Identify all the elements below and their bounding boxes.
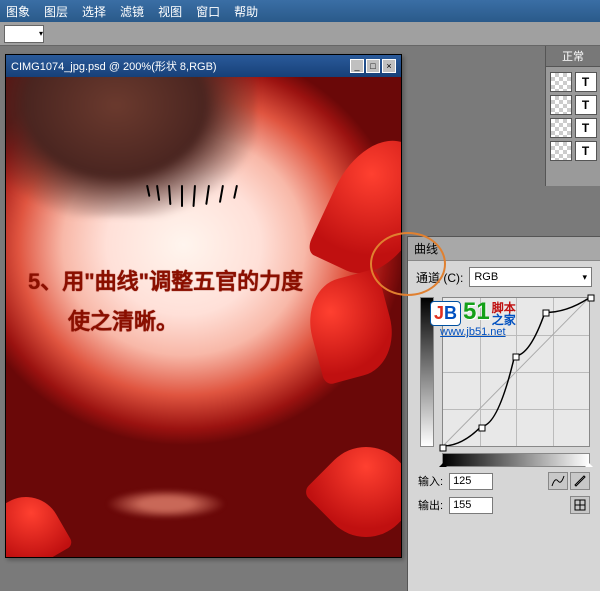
menu-window[interactable]: 窗口 <box>196 3 220 20</box>
grid-toggle-icon[interactable] <box>570 496 590 514</box>
close-button[interactable]: × <box>382 59 396 73</box>
curve-tool-icon[interactable] <box>548 472 568 490</box>
output-value-field[interactable] <box>449 497 493 514</box>
annotation-line-2: 使之清晰。 <box>68 302 303 342</box>
layer-thumb-text[interactable]: T <box>575 72 597 92</box>
menu-image[interactable]: 图象 <box>6 3 30 20</box>
curves-dialog: 曲线 通道 (C): RGB 输入: <box>407 236 600 591</box>
menu-view[interactable]: 视图 <box>158 3 182 20</box>
annotation-text: 5、用"曲线"调整五官的力度 使之清晰。 <box>28 262 303 341</box>
curve-point[interactable] <box>478 425 485 432</box>
output-label: 输出: <box>418 497 443 513</box>
blend-mode-label[interactable]: 正常 <box>546 46 600 67</box>
right-panel-dock: 正常 T T T T <box>545 46 600 186</box>
pencil-tool-icon[interactable] <box>570 472 590 490</box>
curve-point[interactable] <box>588 295 595 302</box>
main-menubar[interactable]: 图象 图层 选择 滤镜 视图 窗口 帮助 <box>0 0 600 22</box>
channel-label: 通道 (C): <box>416 269 463 286</box>
workspace: CIMG1074_jpg.psd @ 200%(形状 8,RGB) _ □ × … <box>0 46 600 545</box>
menu-select[interactable]: 选择 <box>82 3 106 20</box>
document-window: CIMG1074_jpg.psd @ 200%(形状 8,RGB) _ □ × … <box>5 54 402 558</box>
channel-value: RGB <box>474 271 498 283</box>
menu-help[interactable]: 帮助 <box>234 3 258 20</box>
maximize-button[interactable]: □ <box>366 59 380 73</box>
watermark: JB 51 脚本 之家 www.jb51.net <box>430 298 516 338</box>
curve-point[interactable] <box>543 309 550 316</box>
tool-preset-select[interactable] <box>4 25 44 43</box>
horizontal-gradient[interactable] <box>442 453 590 467</box>
curve-point[interactable] <box>512 353 519 360</box>
options-toolbar <box>0 22 600 46</box>
document-canvas[interactable]: 5、用"曲线"调整五官的力度 使之清晰。 <box>6 77 401 557</box>
document-titlebar[interactable]: CIMG1074_jpg.psd @ 200%(形状 8,RGB) _ □ × <box>6 55 401 77</box>
black-point-slider[interactable] <box>439 459 447 467</box>
channel-select[interactable]: RGB <box>469 267 592 287</box>
curves-title: 曲线 <box>408 237 600 261</box>
menu-filter[interactable]: 滤镜 <box>120 3 144 20</box>
watermark-cn-2: 之家 <box>492 314 516 326</box>
layer-thumb[interactable] <box>550 118 572 138</box>
annotation-line-1: 5、用"曲线"调整五官的力度 <box>28 269 303 294</box>
layer-thumb-text[interactable]: T <box>575 141 597 161</box>
white-point-slider[interactable] <box>585 459 593 467</box>
watermark-url: www.jb51.net <box>430 326 516 338</box>
input-label: 输入: <box>418 473 443 489</box>
layer-thumb-text[interactable]: T <box>575 95 597 115</box>
menu-layer[interactable]: 图层 <box>44 3 68 20</box>
layer-thumb[interactable] <box>550 141 572 161</box>
watermark-logo-text: 51 <box>463 298 490 326</box>
curve-point[interactable] <box>440 445 447 452</box>
input-value-field[interactable] <box>449 473 493 490</box>
layer-thumb-text[interactable]: T <box>575 118 597 138</box>
watermark-logo-icon: JB <box>430 301 461 326</box>
layer-thumbs: T T T T <box>546 67 600 166</box>
document-title-text: CIMG1074_jpg.psd @ 200%(形状 8,RGB) <box>11 58 217 74</box>
layer-thumb[interactable] <box>550 72 572 92</box>
minimize-button[interactable]: _ <box>350 59 364 73</box>
layer-thumb[interactable] <box>550 95 572 115</box>
